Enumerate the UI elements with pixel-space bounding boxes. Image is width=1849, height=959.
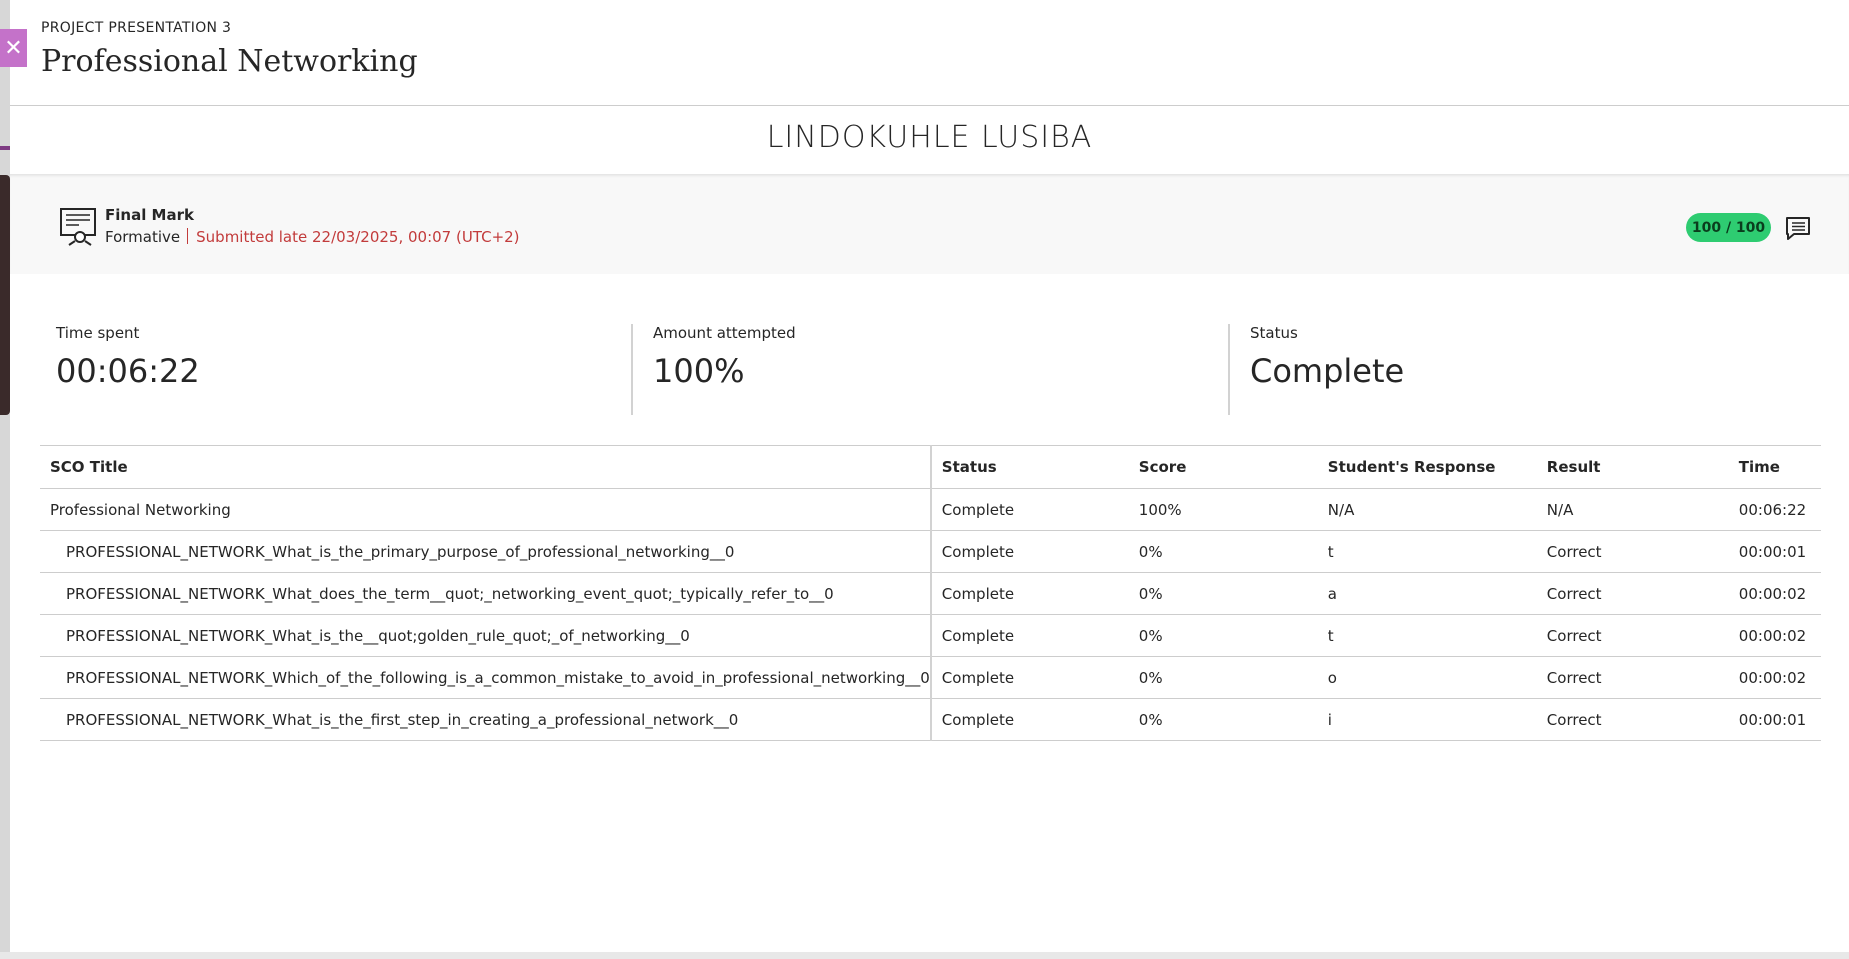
table-row: PROFESSIONAL_NETWORK_What_is_the_primary… xyxy=(40,530,1821,573)
sco-result: Correct xyxy=(1536,656,1729,699)
sco-results-table: SCO Title Status Score Student's Respons… xyxy=(40,445,1821,741)
sco-score: 0% xyxy=(1128,698,1318,741)
sco-title: PROFESSIONAL_NETWORK_What_is_the_primary… xyxy=(40,530,932,573)
table-row: PROFESSIONAL_NETWORK_What_does_the_term_… xyxy=(40,572,1821,615)
table-row: PROFESSIONAL_NETWORK_Which_of_the_follow… xyxy=(40,656,1821,699)
stat-label: Time spent xyxy=(56,324,140,342)
sco-result: Correct xyxy=(1536,530,1729,573)
header-divider xyxy=(10,105,1849,106)
sco-title: PROFESSIONAL_NETWORK_What_is_the__quot;g… xyxy=(40,614,932,657)
score-badge[interactable]: 100 / 100 xyxy=(1686,213,1771,242)
sco-status: Complete xyxy=(930,572,1129,615)
page-title: Professional Networking xyxy=(41,44,418,79)
stat-divider xyxy=(1228,324,1230,415)
column-header: Student's Response xyxy=(1317,445,1537,489)
presentation-board-icon xyxy=(60,208,96,246)
sco-title: PROFESSIONAL_NETWORK_What_does_the_term_… xyxy=(40,572,932,615)
sco-response: i xyxy=(1317,698,1537,741)
stat-divider xyxy=(631,324,633,415)
grade-label: Final Mark xyxy=(105,206,194,224)
comment-icon[interactable] xyxy=(1784,215,1812,241)
stat-amount-attempted: Amount attempted 100% xyxy=(653,324,796,390)
sco-title: Professional Networking xyxy=(40,488,932,531)
sco-score: 0% xyxy=(1128,614,1318,657)
column-header: Result xyxy=(1536,445,1729,489)
column-header: SCO Title xyxy=(40,445,932,489)
sco-title: PROFESSIONAL_NETWORK_Which_of_the_follow… xyxy=(40,656,932,699)
column-header: Time xyxy=(1728,445,1821,489)
column-header: Status xyxy=(930,445,1129,489)
sco-time: 00:00:02 xyxy=(1728,614,1821,657)
separator xyxy=(187,228,189,244)
background-thumbnail xyxy=(0,175,10,415)
sco-response: t xyxy=(1317,614,1537,657)
grade-summary-bar xyxy=(10,174,1849,274)
table-row: PROFESSIONAL_NETWORK_What_is_the_first_s… xyxy=(40,698,1821,741)
stat-value: 00:06:22 xyxy=(56,352,200,390)
sco-time: 00:00:01 xyxy=(1728,530,1821,573)
close-button[interactable]: ✕ xyxy=(0,29,27,67)
sco-status: Complete xyxy=(930,614,1129,657)
sco-status: Complete xyxy=(930,698,1129,741)
stat-value: Complete xyxy=(1250,352,1405,390)
sco-response: a xyxy=(1317,572,1537,615)
panel-bottom-edge xyxy=(0,952,1849,959)
background-accent xyxy=(0,146,10,150)
student-name: LINDOKUHLE LUSIBA xyxy=(766,120,1093,155)
stat-label: Amount attempted xyxy=(653,324,796,342)
sco-score: 100% xyxy=(1128,488,1318,531)
sco-score: 0% xyxy=(1128,572,1318,615)
table-row: Professional Networking Complete 100% N/… xyxy=(40,488,1821,531)
sco-response: N/A xyxy=(1317,488,1537,531)
background-page xyxy=(0,0,10,959)
sco-response: o xyxy=(1317,656,1537,699)
late-submission-note: Submitted late 22/03/2025, 00:07 (UTC+2) xyxy=(196,228,520,246)
sco-time: 00:06:22 xyxy=(1728,488,1821,531)
column-header: Score xyxy=(1128,445,1318,489)
sco-time: 00:00:02 xyxy=(1728,656,1821,699)
sco-status: Complete xyxy=(930,530,1129,573)
sco-response: t xyxy=(1317,530,1537,573)
stat-label: Status xyxy=(1250,324,1298,342)
sco-result: Correct xyxy=(1536,614,1729,657)
sco-result: Correct xyxy=(1536,572,1729,615)
grade-details: Formative Submitted late 22/03/2025, 00:0… xyxy=(105,228,520,246)
stat-status: Status Complete xyxy=(1250,324,1404,390)
table-header-row: SCO Title Status Score Student's Respons… xyxy=(40,445,1821,489)
assessment-type: Formative xyxy=(105,228,181,246)
sco-result: Correct xyxy=(1536,698,1729,741)
stat-time-spent: Time spent 00:06:22 xyxy=(56,324,200,390)
sco-status: Complete xyxy=(930,488,1129,531)
sco-score: 0% xyxy=(1128,530,1318,573)
sco-result: N/A xyxy=(1536,488,1729,531)
stat-value: 100% xyxy=(653,352,745,390)
table-row: PROFESSIONAL_NETWORK_What_is_the__quot;g… xyxy=(40,614,1821,657)
sco-time: 00:00:01 xyxy=(1728,698,1821,741)
sco-time: 00:00:02 xyxy=(1728,572,1821,615)
sco-score: 0% xyxy=(1128,656,1318,699)
sco-status: Complete xyxy=(930,656,1129,699)
close-icon: ✕ xyxy=(4,35,23,61)
sco-title: PROFESSIONAL_NETWORK_What_is_the_first_s… xyxy=(40,698,932,741)
assignment-category: PROJECT PRESENTATION 3 xyxy=(41,20,232,36)
